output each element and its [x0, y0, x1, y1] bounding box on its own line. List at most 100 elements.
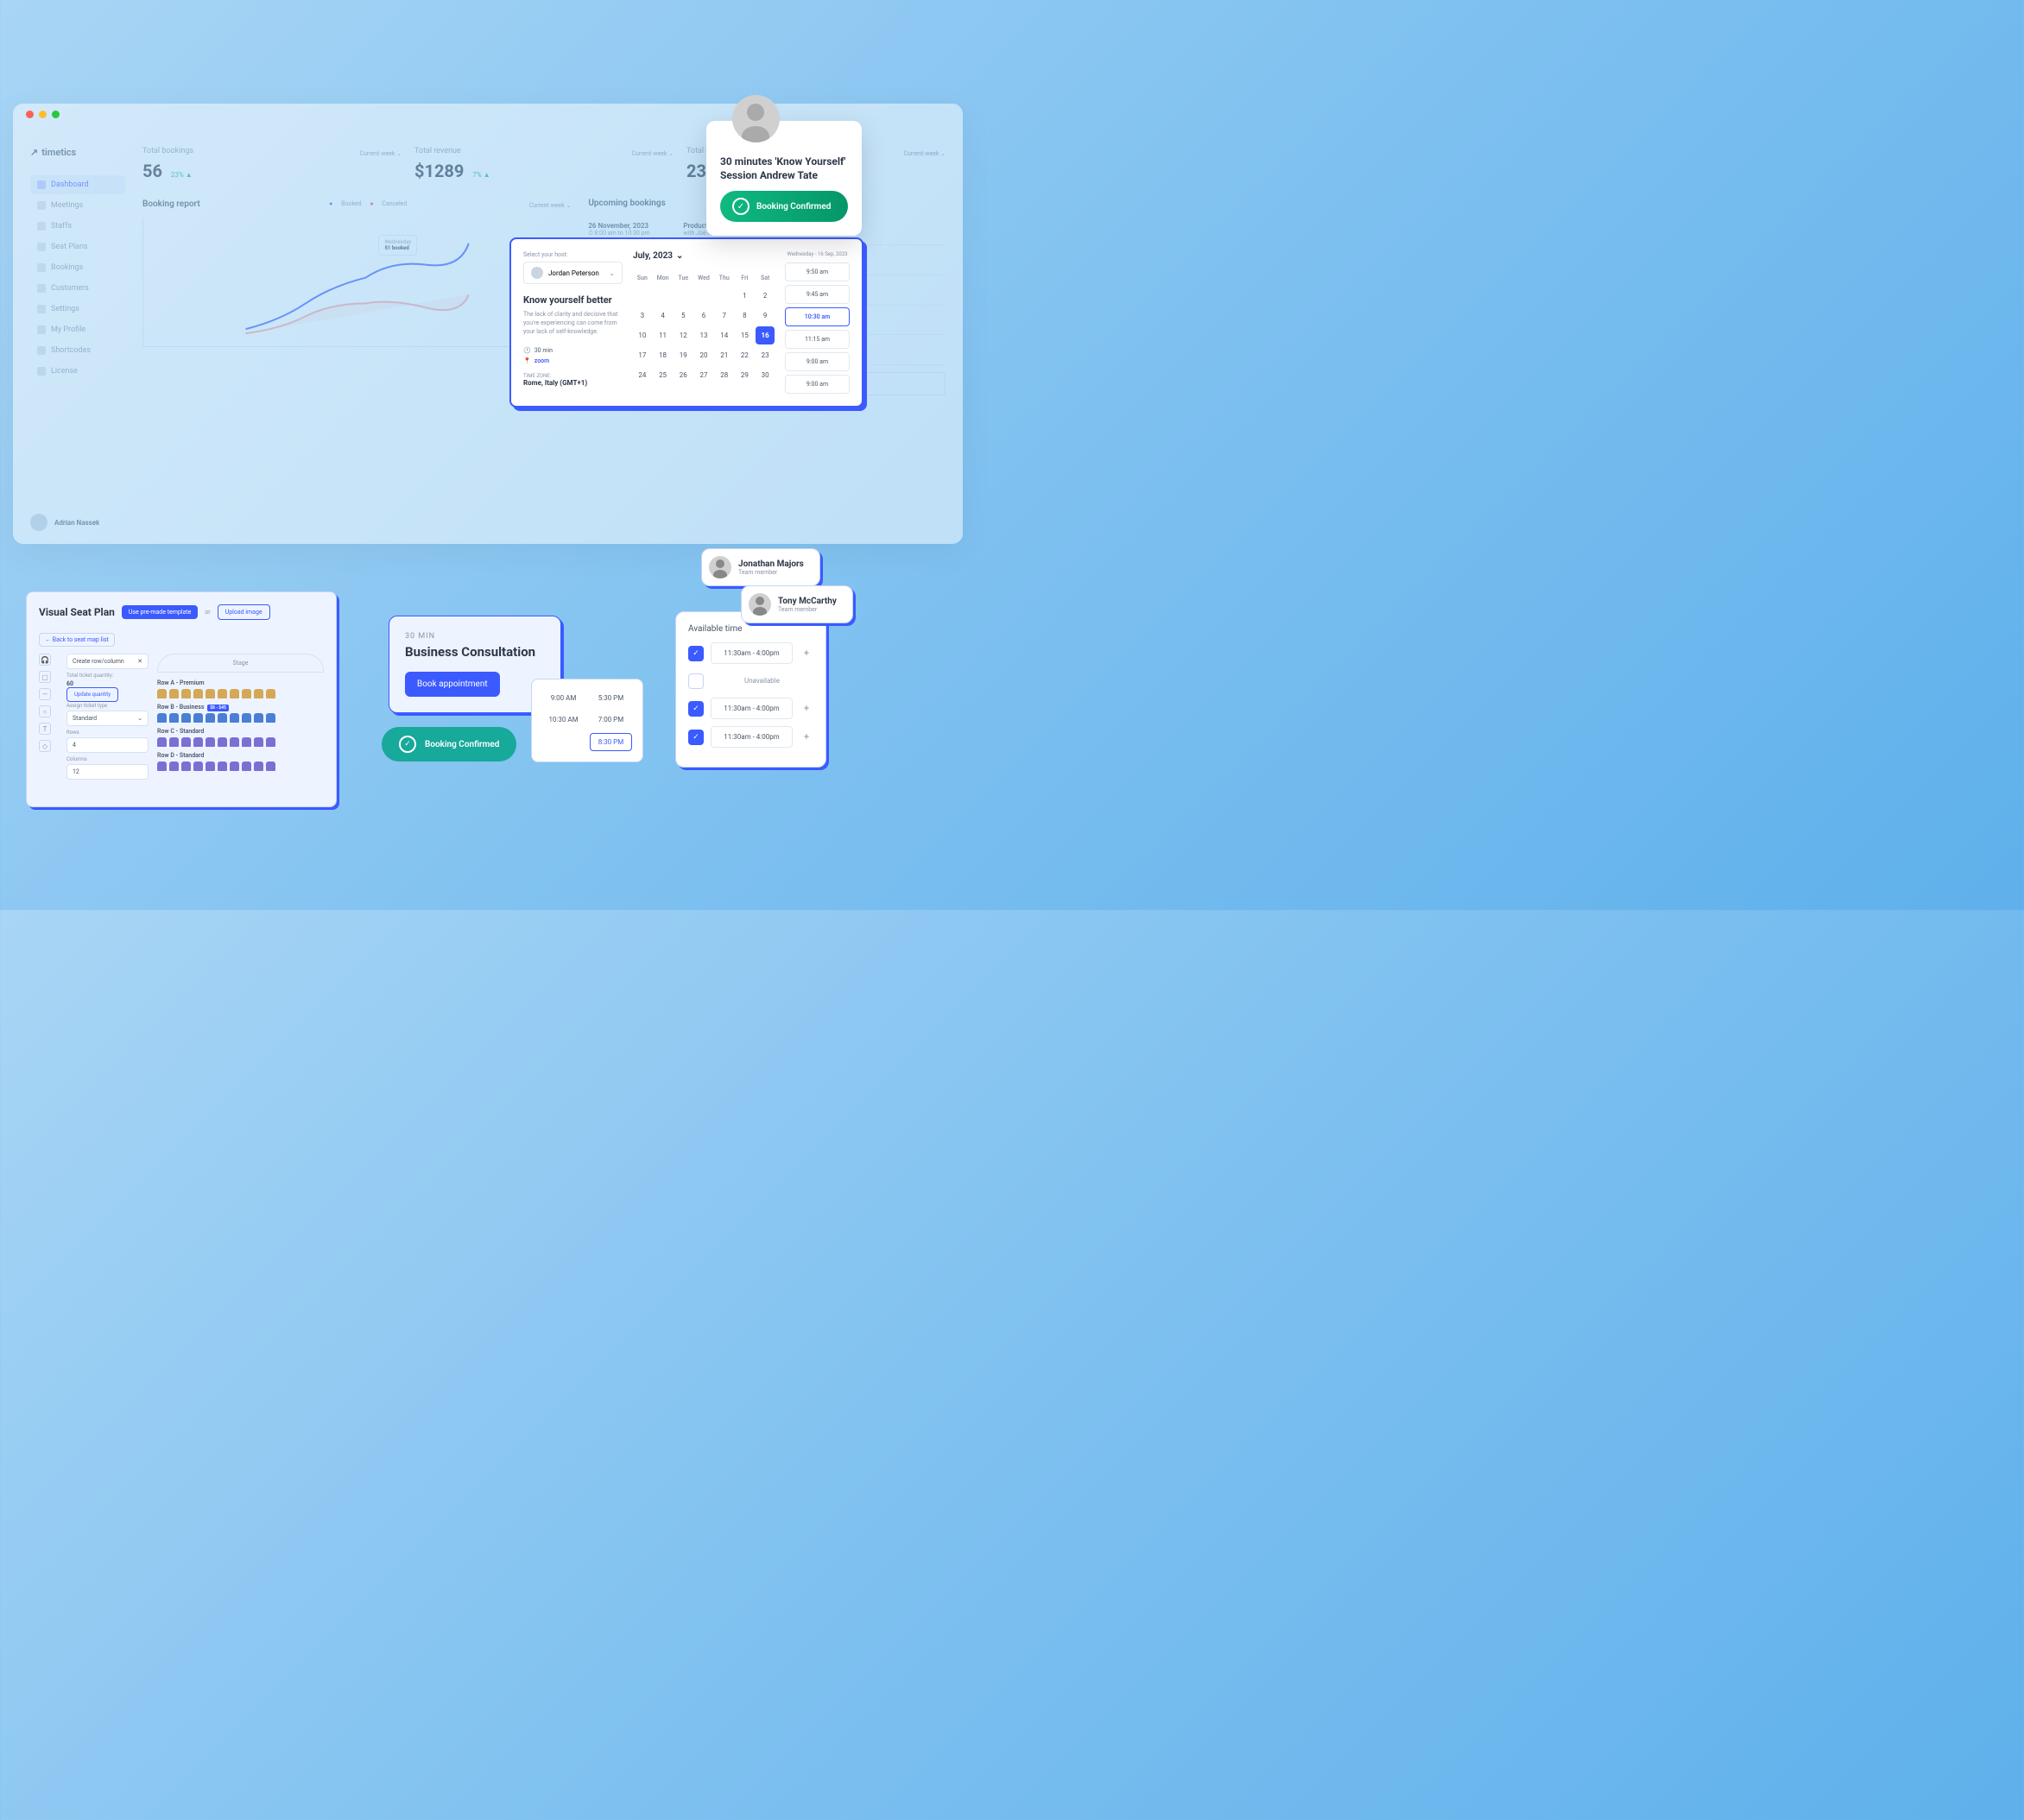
square-icon[interactable]: ▢: [39, 671, 51, 683]
day-cell[interactable]: 14: [715, 326, 734, 344]
day-cell[interactable]: 2: [756, 287, 775, 305]
seat[interactable]: [266, 737, 275, 747]
time-option[interactable]: 9:00 AM: [542, 690, 585, 706]
chart-period[interactable]: Current week ⌄: [529, 202, 572, 209]
day-cell[interactable]: 5: [674, 306, 693, 325]
add-icon[interactable]: +: [800, 730, 813, 744]
seat[interactable]: [169, 737, 179, 747]
period-select[interactable]: Current week ⌄: [359, 150, 402, 157]
minimize-dot[interactable]: [39, 111, 47, 118]
time-slot[interactable]: 9:00 am: [785, 352, 850, 371]
time-range[interactable]: 11:30am - 4:00pm: [711, 698, 793, 719]
update-qty-button[interactable]: Update quantity: [66, 687, 118, 702]
day-cell[interactable]: 17: [633, 346, 652, 364]
day-cell[interactable]: 7: [715, 306, 734, 325]
seat[interactable]: [169, 761, 179, 771]
day-cell[interactable]: 10: [633, 326, 652, 344]
time-range[interactable]: Unavailable: [711, 671, 813, 691]
seat[interactable]: [218, 761, 227, 771]
seat[interactable]: [181, 689, 191, 698]
seat[interactable]: [206, 713, 215, 723]
time-slot[interactable]: 11:15 am: [785, 330, 850, 349]
checkbox[interactable]: ✓: [688, 730, 704, 745]
seat[interactable]: [193, 761, 203, 771]
seat[interactable]: [266, 713, 275, 723]
day-cell[interactable]: 23: [756, 346, 775, 364]
seat[interactable]: [169, 689, 179, 698]
member-chip[interactable]: Tony McCarthyTeam member: [741, 585, 853, 623]
create-row-input[interactable]: Create row/column✕: [66, 654, 149, 669]
user-profile[interactable]: Adrian Nassek: [30, 514, 99, 531]
time-slot[interactable]: 9:50 am: [785, 262, 850, 281]
sidebar-item-customers[interactable]: Customers: [30, 279, 125, 298]
sidebar-item-settings[interactable]: Settings: [30, 300, 125, 319]
time-range[interactable]: 11:30am - 4:00pm: [711, 642, 793, 664]
seat[interactable]: [193, 737, 203, 747]
time-range[interactable]: 11:30am - 4:00pm: [711, 726, 793, 748]
day-cell[interactable]: 20: [694, 346, 713, 364]
time-option[interactable]: 8:30 PM: [590, 733, 632, 751]
sidebar-item-seat-plans[interactable]: Seat Plans: [30, 237, 125, 256]
sidebar-item-staffs[interactable]: Staffs: [30, 217, 125, 236]
seat[interactable]: [181, 713, 191, 723]
day-cell[interactable]: 8: [736, 306, 755, 325]
headset-icon[interactable]: 🎧: [39, 654, 51, 666]
calendar-grid[interactable]: SunMonTueWedThuFriSat1234567891011121314…: [633, 271, 775, 384]
seat[interactable]: [157, 737, 167, 747]
day-cell[interactable]: 24: [633, 366, 652, 384]
upload-image-button[interactable]: Upload image: [218, 604, 270, 620]
sidebar-item-license[interactable]: License: [30, 362, 125, 381]
day-cell[interactable]: 15: [736, 326, 755, 344]
seat[interactable]: [157, 761, 167, 771]
time-slot[interactable]: 9:45 am: [785, 285, 850, 304]
seat[interactable]: [181, 737, 191, 747]
day-cell[interactable]: 9: [756, 306, 775, 325]
seat[interactable]: [230, 761, 239, 771]
sidebar-item-dashboard[interactable]: Dashboard: [30, 175, 125, 194]
sidebar-item-bookings[interactable]: Bookings: [30, 258, 125, 277]
back-link[interactable]: ← Back to seat map list: [39, 633, 115, 647]
day-cell[interactable]: 11: [654, 326, 673, 344]
member-chip[interactable]: Jonathan MajorsTeam member: [701, 548, 820, 586]
time-slot[interactable]: 10:30 am: [785, 307, 850, 326]
seat[interactable]: [242, 689, 251, 698]
day-cell[interactable]: 21: [715, 346, 734, 364]
day-cell[interactable]: 13: [694, 326, 713, 344]
day-cell[interactable]: 30: [756, 366, 775, 384]
day-cell[interactable]: 1: [736, 287, 755, 305]
seat[interactable]: [242, 737, 251, 747]
day-cell[interactable]: 4: [654, 306, 673, 325]
ticket-type-select[interactable]: Standard⌄: [66, 711, 149, 726]
line-icon[interactable]: —: [39, 688, 51, 700]
seat[interactable]: [206, 689, 215, 698]
seat[interactable]: [242, 761, 251, 771]
sidebar-item-my-profile[interactable]: My Profile: [30, 320, 125, 339]
text-icon[interactable]: T: [39, 723, 51, 735]
add-icon[interactable]: +: [800, 647, 813, 660]
seat[interactable]: [218, 713, 227, 723]
time-option[interactable]: 10:30 AM: [542, 711, 585, 728]
day-cell[interactable]: 27: [694, 366, 713, 384]
day-cell[interactable]: 6: [694, 306, 713, 325]
seat[interactable]: [157, 713, 167, 723]
seat[interactable]: [254, 713, 263, 723]
use-template-button[interactable]: Use pre-made template: [122, 605, 198, 619]
book-appointment-button[interactable]: Book appointment: [405, 672, 500, 697]
seat[interactable]: [169, 713, 179, 723]
add-icon[interactable]: +: [800, 702, 813, 716]
period-select[interactable]: Current week ⌄: [631, 150, 674, 157]
time-slot[interactable]: 9:00 am: [785, 375, 850, 394]
close-dot[interactable]: [26, 111, 34, 118]
seat[interactable]: [181, 761, 191, 771]
sidebar-item-meetings[interactable]: Meetings: [30, 196, 125, 215]
seat[interactable]: [254, 689, 263, 698]
seat[interactable]: [230, 713, 239, 723]
seat[interactable]: [254, 737, 263, 747]
seat[interactable]: [266, 689, 275, 698]
seat[interactable]: [206, 737, 215, 747]
day-cell[interactable]: 28: [715, 366, 734, 384]
circle-icon[interactable]: ○: [39, 705, 51, 717]
day-cell[interactable]: 12: [674, 326, 693, 344]
shape-icon[interactable]: ◇: [39, 740, 51, 752]
seat[interactable]: [230, 737, 239, 747]
